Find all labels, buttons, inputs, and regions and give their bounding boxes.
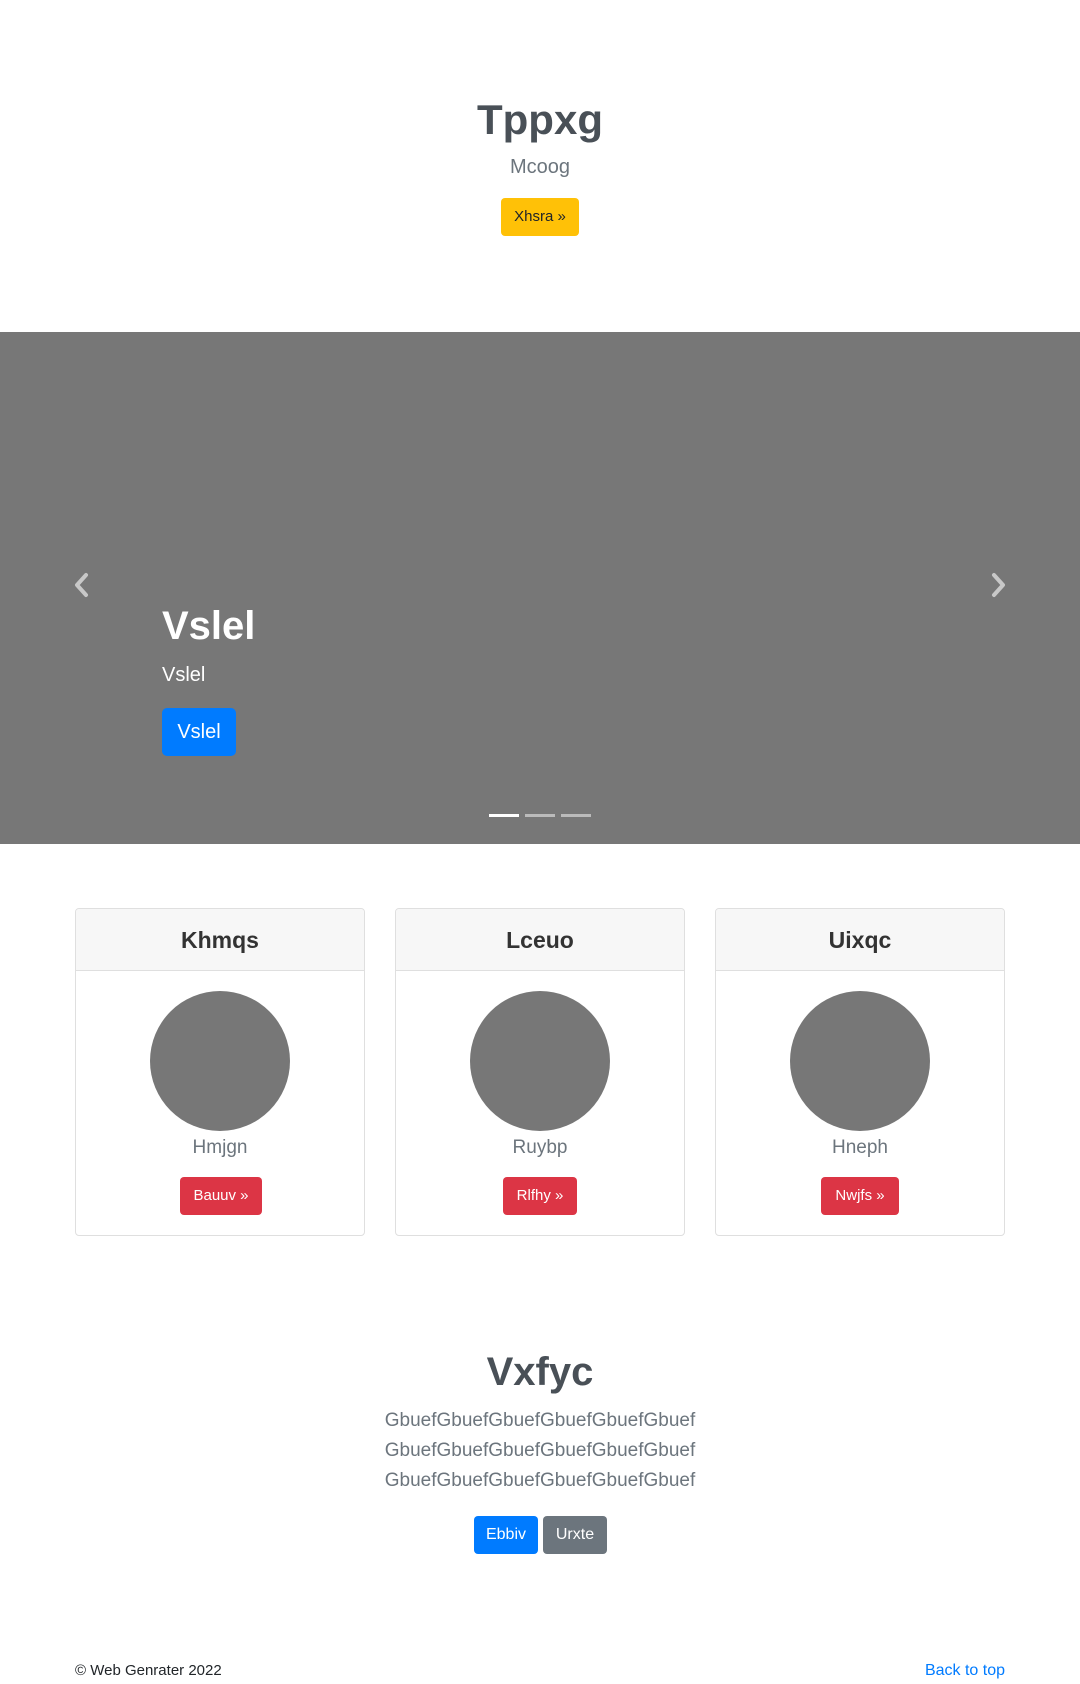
back-to-top-link[interactable]: Back to top xyxy=(925,1662,1005,1680)
card-2-button[interactable]: Rlfhy » xyxy=(503,1177,577,1215)
page: Tppxg Mcoog Xhsra » Vslel Vslel Vslel Kh… xyxy=(0,0,1080,1684)
card-header: Khmqs xyxy=(76,909,364,971)
card-3: Uixqc Hneph Nwjfs » xyxy=(715,908,1005,1236)
card-2: Lceuo Ruybp Rlfhy » xyxy=(395,908,685,1236)
section-text-line: GbuefGbuefGbuefGbuefGbuefGbuef xyxy=(384,1470,696,1491)
card-1: Khmqs Hmjgn Bauuv » xyxy=(75,908,365,1236)
card-name: Hmjgn xyxy=(192,1137,248,1158)
secondary-button[interactable]: Urxte xyxy=(543,1516,607,1554)
chevron-right-icon xyxy=(988,570,1010,600)
slide-action-button[interactable]: Vslel xyxy=(162,708,236,756)
hero-title: Tppxg xyxy=(477,96,603,143)
card-1-button[interactable]: Bauuv » xyxy=(180,1177,262,1215)
carousel-indicator-1[interactable] xyxy=(489,814,519,817)
carousel-next-button[interactable] xyxy=(988,570,1010,600)
section-text-line: GbuefGbuefGbuefGbuefGbuefGbuef xyxy=(384,1440,696,1461)
footer-copyright: © Web Genrater 2022 xyxy=(75,1662,222,1679)
carousel: Vslel Vslel Vslel xyxy=(0,332,1080,844)
avatar xyxy=(470,991,610,1131)
section-text-line: GbuefGbuefGbuefGbuefGbuefGbuef xyxy=(384,1410,696,1431)
slide-title: Vslel xyxy=(162,604,256,648)
avatar xyxy=(790,991,930,1131)
hero-section: Tppxg Mcoog Xhsra » xyxy=(0,0,1080,332)
card-name: Ruybp xyxy=(512,1137,568,1158)
card-header: Lceuo xyxy=(396,909,684,971)
carousel-prev-button[interactable] xyxy=(70,570,92,600)
avatar xyxy=(150,991,290,1131)
carousel-indicator-3[interactable] xyxy=(561,814,591,817)
carousel-indicators xyxy=(489,814,591,817)
card-3-button[interactable]: Nwjfs » xyxy=(821,1177,899,1215)
hero-subtitle: Mcoog xyxy=(509,156,571,178)
carousel-indicator-2[interactable] xyxy=(525,814,555,817)
card-header: Uixqc xyxy=(716,909,1004,971)
primary-button[interactable]: Ebbiv xyxy=(474,1516,538,1554)
card-name: Hneph xyxy=(832,1137,888,1158)
hero-action-button[interactable]: Xhsra » xyxy=(501,198,579,236)
section-title: Vxfyc xyxy=(486,1350,594,1394)
section-text: GbuefGbuefGbuefGbuefGbuefGbuef GbuefGbue… xyxy=(378,1406,702,1496)
chevron-left-icon xyxy=(70,570,92,600)
slide-text: Vslel xyxy=(162,664,206,686)
